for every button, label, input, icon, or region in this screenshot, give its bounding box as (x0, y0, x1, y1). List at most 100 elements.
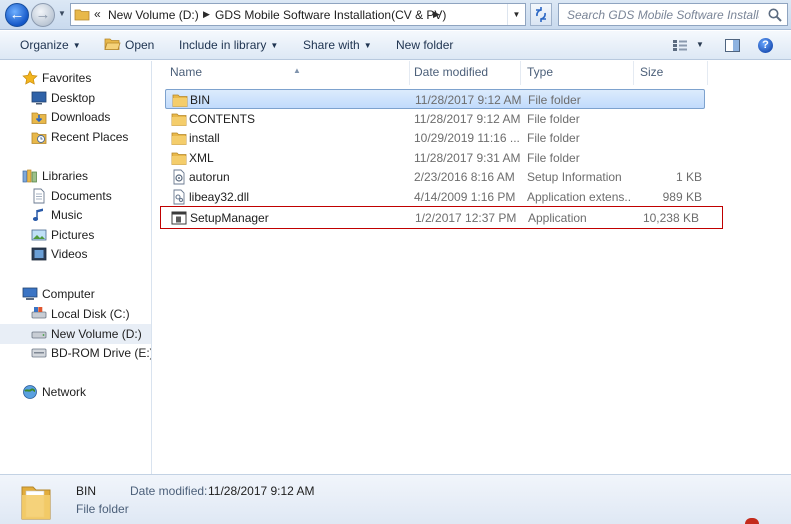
nav-videos[interactable]: Videos (0, 244, 151, 264)
pictures-icon (31, 229, 47, 241)
nav-local-disk-label: Local Disk (C:) (51, 307, 130, 321)
nav-new-volume[interactable]: New Volume (D:) (0, 324, 151, 344)
nav-computer[interactable]: Computer (0, 284, 151, 304)
folder-icon (171, 152, 187, 165)
file-name: libeay32.dll (189, 190, 250, 204)
file-row-setupmanager[interactable]: SetupManager 1/2/2017 12:37 PM Applicati… (160, 206, 723, 229)
preview-pane-icon[interactable] (725, 39, 740, 52)
videos-icon (31, 247, 47, 261)
nav-videos-label: Videos (51, 247, 88, 261)
details-name: BIN (76, 484, 97, 498)
breadcrumb-new-volume[interactable]: New Volume (D:) (108, 8, 199, 22)
new-folder-button[interactable]: New folder (396, 38, 453, 52)
search-icon[interactable] (767, 7, 783, 23)
nav-libraries[interactable]: Libraries (0, 166, 151, 186)
details-date-label: Date modified: (130, 484, 208, 498)
include-in-library-button[interactable]: Include in library ▼ (179, 38, 278, 52)
file-date: 11/28/2017 9:31 AM (414, 151, 521, 165)
file-row-xml[interactable]: XML 11/28/2017 9:31 AM File folder (165, 148, 705, 168)
documents-icon (33, 188, 45, 204)
nav-bd-rom[interactable]: BD-ROM Drive (E:) C (0, 343, 151, 363)
nav-pictures[interactable]: Pictures (0, 225, 151, 245)
column-header-date-modified[interactable]: Date modified (408, 61, 521, 85)
nav-pictures-label: Pictures (51, 228, 95, 242)
breadcrumb-separator-arrow-icon[interactable]: ▶ (433, 9, 440, 20)
search-input[interactable]: Search GDS Mobile Software Installati... (567, 8, 759, 22)
nav-music[interactable]: Music (0, 205, 151, 225)
view-options-dropdown[interactable]: ▼ (696, 40, 704, 49)
file-list-pane: Name ▲ Date modified Type Size BIN 11/28… (153, 61, 791, 474)
file-type: File folder (527, 131, 580, 145)
organize-label: Organize (20, 38, 69, 52)
help-icon[interactable]: ? (758, 38, 773, 53)
nav-libraries-label: Libraries (42, 169, 89, 183)
file-date: 11/28/2017 9:12 AM (414, 112, 521, 126)
file-type: File folder (527, 151, 580, 165)
chevron-down-icon: ▼ (270, 41, 279, 50)
column-headers: Name ▲ Date modified Type Size (153, 61, 791, 85)
nav-computer-label: Computer (42, 287, 95, 301)
nav-desktop[interactable]: Desktop (0, 88, 151, 108)
computer-icon (22, 287, 38, 300)
file-date: 10/29/2019 11:16 ... (414, 131, 520, 145)
nav-local-disk[interactable]: Local Disk (C:) (0, 304, 151, 324)
open-button[interactable]: Open (125, 38, 154, 52)
breadcrumb-separator-arrow-icon[interactable]: ▶ (203, 9, 210, 20)
chevron-down-icon: ▼ (363, 41, 372, 50)
file-row-libeay32[interactable]: libeay32.dll 4/14/2009 1:16 PM Applicati… (165, 187, 705, 207)
file-row-bin[interactable]: BIN 11/28/2017 9:12 AM File folder (165, 89, 705, 109)
file-name: CONTENTS (189, 112, 255, 126)
forward-button[interactable]: → (31, 3, 55, 27)
nav-network[interactable]: Network (0, 382, 151, 402)
file-name: SetupManager (190, 211, 269, 225)
column-header-name-label: Name (170, 65, 203, 79)
organize-button[interactable]: Organize ▼ (20, 38, 81, 52)
refresh-icon (536, 7, 546, 22)
nav-network-label: Network (42, 385, 87, 399)
file-size: 1 KB (675, 170, 702, 184)
star-icon (22, 70, 38, 85)
nav-downloads[interactable]: Downloads (0, 107, 151, 127)
chevron-down-icon: ▼ (72, 41, 81, 50)
back-button[interactable]: ← (5, 3, 29, 27)
search-box[interactable]: Search GDS Mobile Software Installati... (558, 3, 788, 26)
desktop-icon (31, 91, 47, 105)
column-header-name[interactable]: Name ▲ (164, 61, 410, 85)
downloads-folder-icon (31, 112, 47, 124)
recent-pages-dropdown[interactable]: ▼ (58, 9, 68, 19)
nav-new-volume-label: New Volume (D:) (51, 327, 142, 341)
column-header-type[interactable]: Type (521, 61, 634, 85)
share-with-button[interactable]: Share with ▼ (303, 38, 372, 52)
nav-favorites[interactable]: Favorites (0, 68, 151, 88)
file-row-autorun[interactable]: autorun 2/23/2016 8:16 AM Setup Informat… (165, 167, 705, 187)
file-type: Application (528, 211, 587, 225)
file-date: 2/23/2016 8:16 AM (414, 170, 515, 184)
details-type: File folder (76, 502, 129, 516)
address-box[interactable]: « New Volume (D:) ▶ GDS Mobile Software … (70, 3, 526, 26)
network-icon (23, 385, 37, 399)
breadcrumb-gds-folder[interactable]: GDS Mobile Software Installation(CV & PV… (215, 8, 446, 22)
file-date: 11/28/2017 9:12 AM (415, 93, 522, 107)
nav-documents[interactable]: Documents (0, 186, 151, 206)
file-type: Setup Information (527, 170, 622, 184)
nav-recent-places-label: Recent Places (51, 130, 129, 144)
details-pane: BIN File folder Date modified: 11/28/201… (0, 474, 791, 524)
file-row-install[interactable]: install 10/29/2019 11:16 ... File folder (165, 128, 705, 148)
change-view-icon[interactable] (673, 40, 687, 51)
file-type: File folder (528, 93, 581, 107)
address-history-dropdown[interactable]: ▼ (507, 4, 525, 25)
folder-icon (171, 113, 187, 126)
breadcrumb-overflow[interactable]: « (94, 7, 101, 21)
share-with-label: Share with (303, 38, 360, 52)
nav-recent-places[interactable]: Recent Places (0, 127, 151, 147)
file-row-contents[interactable]: CONTENTS 11/28/2017 9:12 AM File folder (165, 109, 705, 129)
column-header-size[interactable]: Size (634, 61, 708, 85)
refresh-button[interactable] (530, 3, 552, 26)
folder-icon (171, 132, 187, 145)
file-name: XML (189, 151, 214, 165)
nav-favorites-label: Favorites (42, 71, 92, 85)
file-name: install (189, 131, 220, 145)
command-bar: Organize ▼ Open Include in library ▼ Share… (0, 31, 791, 60)
open-folder-icon (104, 38, 121, 50)
address-bar-row: ← → ▼ « New Volume (D:) ▶ GDS Mobile Sof… (0, 0, 791, 30)
